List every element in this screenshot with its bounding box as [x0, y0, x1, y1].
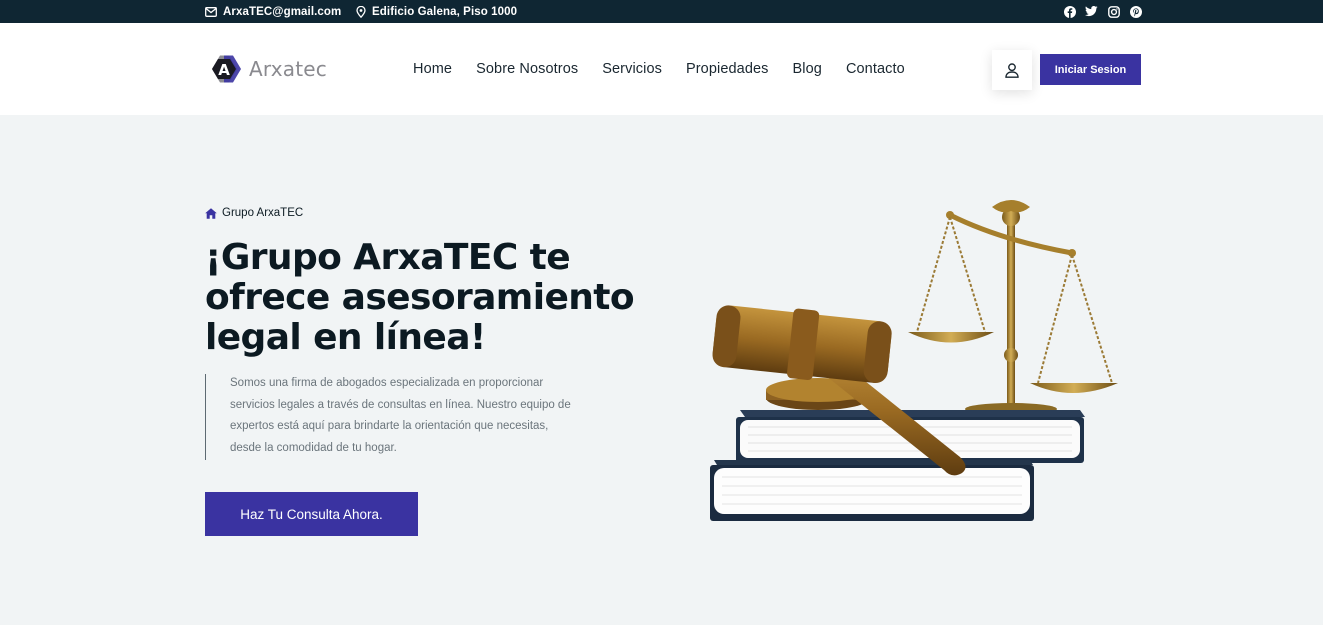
hero-description: Somos una firma de abogados especializad…	[230, 377, 571, 454]
nav-propiedades[interactable]: Propiedades	[686, 61, 769, 77]
user-icon	[1005, 62, 1019, 78]
breadcrumb-text: Grupo ArxaTEC	[222, 207, 304, 219]
nav-contacto[interactable]: Contacto	[846, 61, 905, 77]
gavel-scales-books-illustration	[710, 200, 1118, 521]
nav-home[interactable]: Home	[413, 61, 452, 77]
logo-text: Arxatec	[249, 57, 328, 81]
main-nav: Home Sobre Nosotros Servicios Propiedade…	[413, 23, 905, 115]
hero-title: ¡Grupo ArxaTEC te ofrece asesoramiento l…	[205, 237, 635, 358]
topbar-address-text: Edificio Galena, Piso 1000	[372, 5, 518, 18]
mail-icon	[205, 6, 217, 17]
nav-sobre-nosotros[interactable]: Sobre Nosotros	[476, 61, 578, 77]
social-links	[1063, 0, 1142, 23]
login-button[interactable]: Iniciar Sesion	[1040, 54, 1141, 85]
logo-mark: A	[212, 55, 241, 83]
home-icon	[205, 207, 217, 219]
site-header: A Arxatec Home Sobre Nosotros Servicios …	[0, 23, 1323, 115]
nav-blog[interactable]: Blog	[793, 61, 822, 77]
consult-cta-button[interactable]: Haz Tu Consulta Ahora.	[205, 492, 418, 536]
logo-letter: A	[218, 61, 230, 79]
topbar-address: Edificio Galena, Piso 1000	[356, 0, 517, 23]
user-account-button[interactable]	[992, 50, 1032, 90]
nav-servicios[interactable]: Servicios	[602, 61, 662, 77]
facebook-icon[interactable]	[1063, 5, 1076, 18]
pinterest-icon[interactable]	[1129, 5, 1142, 18]
hero-description-block: Somos una firma de abogados especializad…	[205, 374, 575, 460]
logo[interactable]: A Arxatec	[207, 54, 327, 84]
instagram-icon[interactable]	[1107, 5, 1120, 18]
twitter-icon[interactable]	[1085, 5, 1098, 18]
topbar-email[interactable]: ArxaTEC@gmail.com	[205, 0, 341, 23]
top-bar: ArxaTEC@gmail.com Edificio Galena, Piso …	[0, 0, 1323, 23]
topbar-email-text: ArxaTEC@gmail.com	[223, 5, 342, 18]
location-pin-icon	[356, 5, 366, 18]
breadcrumb: Grupo ArxaTEC	[205, 207, 303, 219]
